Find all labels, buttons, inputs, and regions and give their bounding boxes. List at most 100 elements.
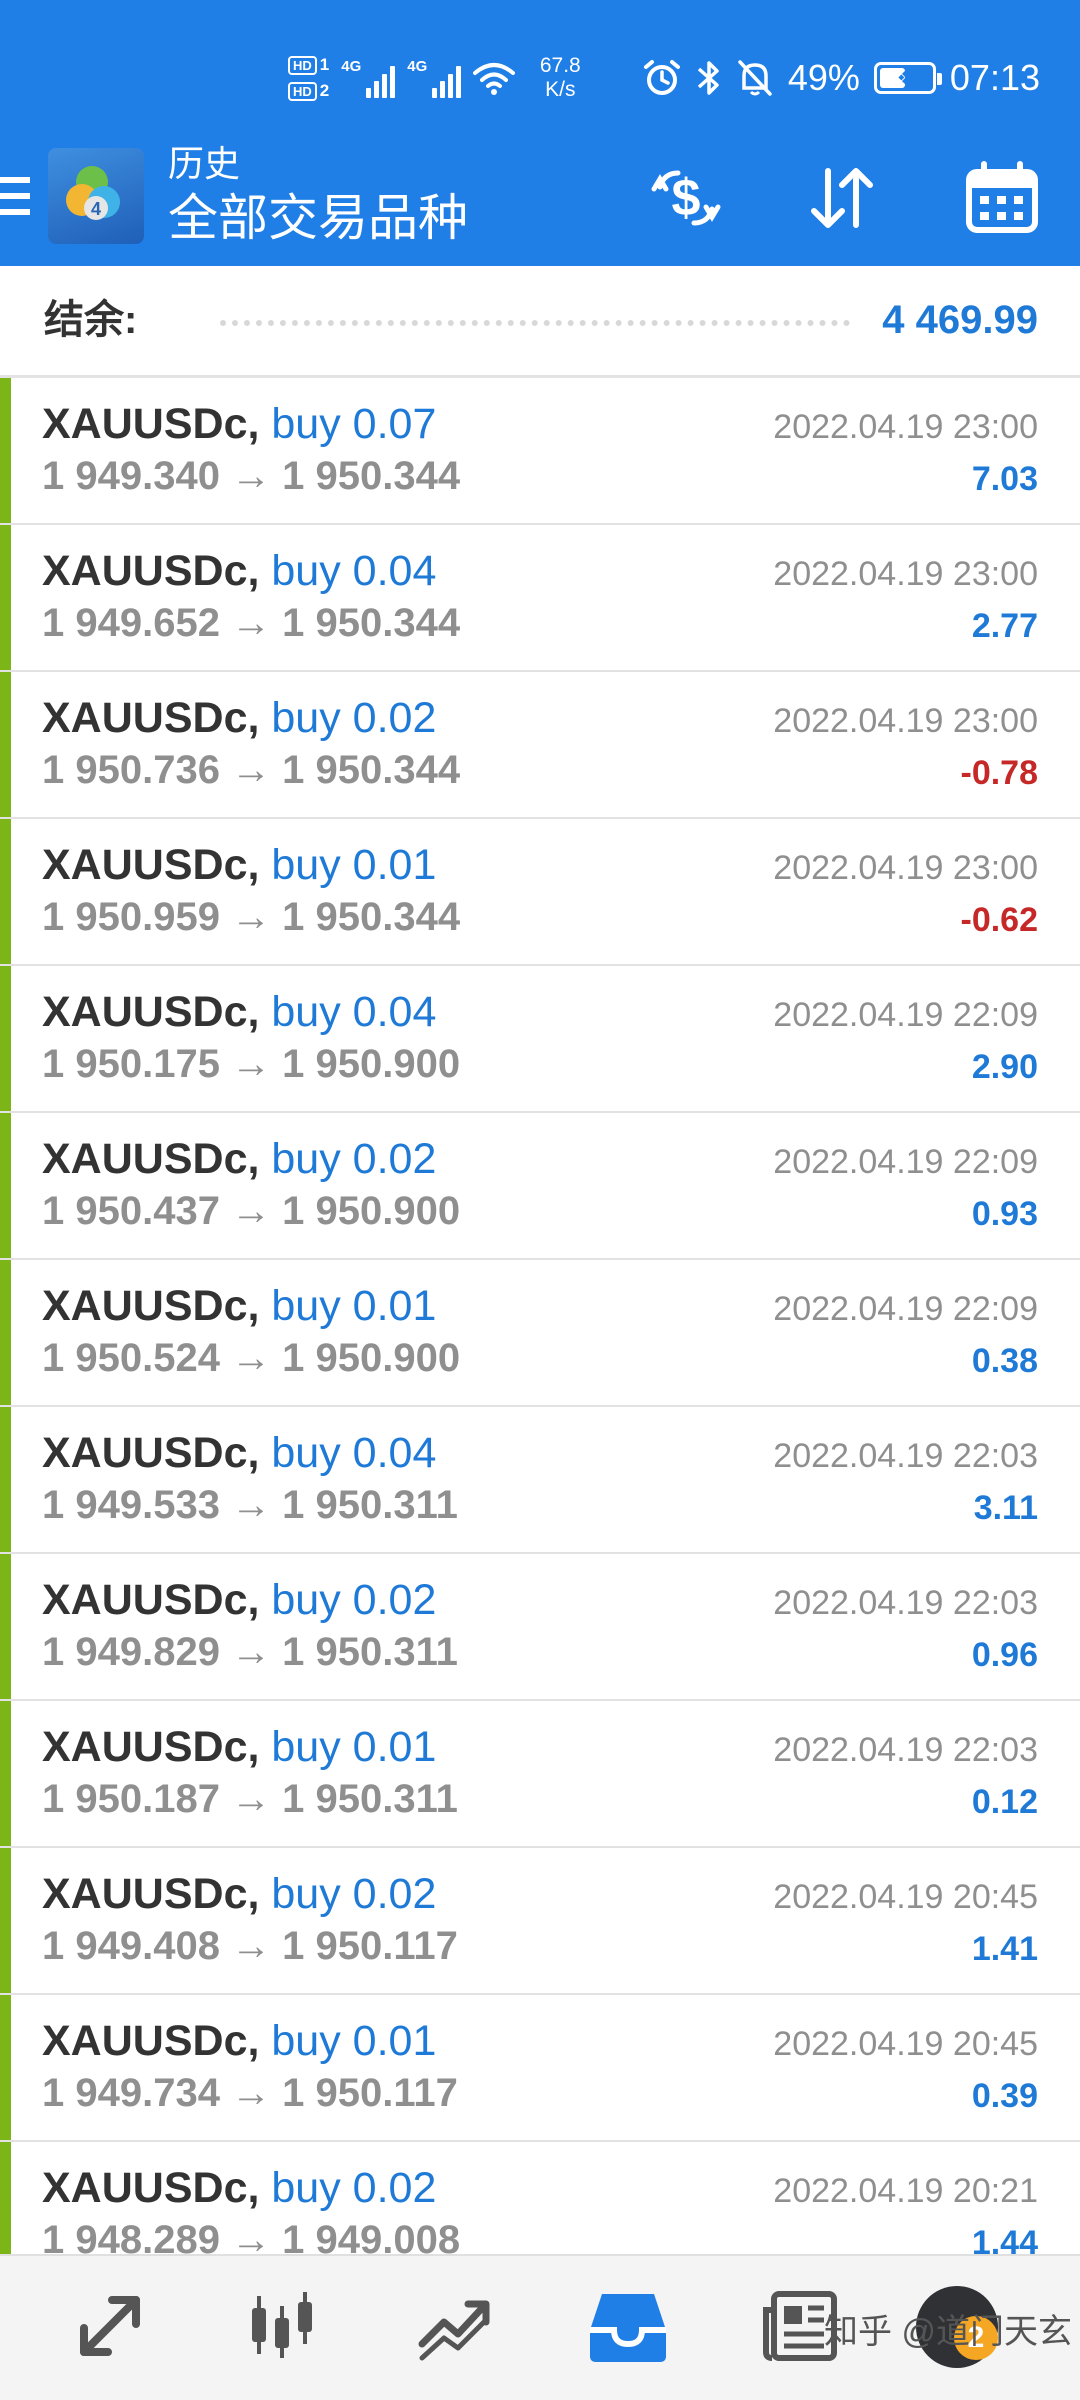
deal-list[interactable]: XAUUSDc, buy 0.07 1 949.340 → 1 950.344 20… (0, 378, 1080, 2254)
trade-icon[interactable] (404, 2276, 504, 2376)
sort-icon[interactable] (800, 156, 884, 240)
deal-prices: 1 949.734 → 1 950.117 (42, 2071, 458, 2115)
page-title: 历史 (168, 143, 241, 184)
deal-row[interactable]: XAUUSDc, buy 0.01 1 950.959 → 1 950.344 20… (0, 819, 1080, 966)
deal-row[interactable]: XAUUSDc, buy 0.02 1 949.829 → 1 950.311 20… (0, 1554, 1080, 1701)
deal-title: XAUUSDc, buy 0.01 (42, 1280, 436, 1332)
menu-icon[interactable] (0, 173, 30, 219)
deal-side-volume: buy 0.02 (271, 1135, 437, 1183)
deal-row[interactable]: XAUUSDc, buy 0.02 1 950.437 → 1 950.900 20… (0, 1113, 1080, 1260)
deal-row[interactable]: XAUUSDc, buy 0.04 1 949.652 → 1 950.344 20… (0, 525, 1080, 672)
deal-profit: -0.62 (960, 901, 1039, 939)
deal-time: 2022.04.19 23:00 (773, 849, 1038, 887)
balance-dots (220, 320, 850, 326)
deal-symbol: XAUUSDc, (42, 400, 260, 448)
calendar-icon[interactable] (960, 156, 1044, 240)
deal-profit: 2.77 (971, 607, 1038, 645)
deal-row[interactable]: XAUUSDc, buy 0.07 1 949.340 → 1 950.344 20… (0, 378, 1080, 525)
balance-label: 结余: (44, 298, 138, 342)
deal-profit: 3.11 (973, 1489, 1038, 1527)
row-accent-bar (0, 1848, 11, 1993)
quotes-icon[interactable] (60, 2276, 160, 2376)
deal-side-volume: buy 0.02 (271, 1576, 437, 1624)
deal-side-volume: buy 0.01 (271, 1282, 437, 1330)
deal-time: 2022.04.19 22:09 (773, 1290, 1038, 1328)
deal-symbol: XAUUSDc, (42, 1576, 260, 1624)
deal-symbol: XAUUSDc, (42, 1870, 260, 1918)
deal-title: XAUUSDc, buy 0.01 (42, 2015, 436, 2067)
deal-row[interactable]: XAUUSDc, buy 0.04 1 949.533 → 1 950.311 20… (0, 1407, 1080, 1554)
deal-row[interactable]: XAUUSDc, buy 0.01 1 950.187 → 1 950.311 20… (0, 1701, 1080, 1848)
deal-row[interactable]: XAUUSDc, buy 0.02 1 950.736 → 1 950.344 20… (0, 672, 1080, 819)
toolbar: 4 历史 全部交易品种 $ (0, 140, 1080, 266)
deal-side-volume: buy 0.02 (271, 1870, 437, 1918)
deal-time: 2022.04.19 22:03 (773, 1731, 1038, 1769)
row-accent-bar (0, 966, 11, 1111)
deal-title: XAUUSDc, buy 0.04 (42, 986, 436, 1038)
row-accent-bar (0, 525, 11, 670)
deal-profit: 0.93 (971, 1195, 1038, 1233)
wifi-icon (473, 63, 516, 95)
deal-side-volume: buy 0.07 (271, 400, 437, 448)
symbol-filter[interactable]: 全部交易品种 (168, 186, 468, 250)
deal-time: 2022.04.19 23:00 (773, 408, 1038, 446)
deal-time: 2022.04.19 22:09 (773, 1143, 1038, 1181)
deal-side-volume: buy 0.04 (271, 988, 437, 1036)
deal-prices: 1 950.736 → 1 950.344 (42, 748, 461, 792)
deal-side-volume: buy 0.02 (271, 2164, 437, 2212)
deal-time: 2022.04.19 22:03 (773, 1437, 1038, 1475)
bluetooth-icon (697, 61, 719, 95)
app-header: HD 1 HD 2 4G 4G 67.8 K/s 49% ❖ 07:13 4 历… (0, 0, 1080, 266)
leaf-icon: ❖ (896, 67, 913, 88)
chart-icon[interactable] (232, 2276, 332, 2376)
deal-profit: 0.38 (971, 1342, 1038, 1380)
row-accent-bar (0, 2142, 11, 2254)
deal-time: 2022.04.19 23:00 (773, 702, 1038, 740)
deal-title: XAUUSDc, buy 0.07 (42, 398, 436, 450)
deal-row[interactable]: XAUUSDc, buy 0.02 1 949.408 → 1 950.117 20… (0, 1848, 1080, 1995)
deal-prices: 1 950.437 → 1 950.900 (42, 1189, 461, 1233)
network-speed: 67.8 K/s (539, 54, 581, 101)
deal-prices: 1 949.340 → 1 950.344 (42, 454, 461, 498)
deal-profit: 0.39 (971, 2077, 1038, 2115)
deal-symbol: XAUUSDc, (42, 1282, 260, 1330)
deal-symbol: XAUUSDc, (42, 2164, 260, 2212)
mute-bell-icon (738, 60, 772, 96)
deal-title: XAUUSDc, buy 0.02 (42, 1133, 436, 1185)
deal-symbol: XAUUSDc, (42, 2017, 260, 2065)
balance-value: 4 469.99 (882, 298, 1038, 342)
deal-prices: 1 950.187 → 1 950.311 (42, 1777, 458, 1821)
deal-profit: 1.44 (971, 2224, 1038, 2254)
deal-time: 2022.04.19 22:09 (773, 996, 1038, 1034)
row-accent-bar (0, 1113, 11, 1258)
deal-profit: 2.90 (971, 1048, 1038, 1086)
deal-symbol: XAUUSDc, (42, 988, 260, 1036)
deal-side-volume: buy 0.02 (271, 694, 437, 742)
deal-side-volume: buy 0.01 (271, 2017, 437, 2065)
deal-prices: 1 950.524 → 1 950.900 (42, 1336, 461, 1380)
deal-title: XAUUSDc, buy 0.01 (42, 839, 436, 891)
deal-row[interactable]: XAUUSDc, buy 0.01 1 949.734 → 1 950.117 20… (0, 1995, 1080, 2142)
deal-symbol: XAUUSDc, (42, 694, 260, 742)
deal-row[interactable]: XAUUSDc, buy 0.04 1 950.175 → 1 950.900 20… (0, 966, 1080, 1113)
hd1-indicator: HD 1 (288, 55, 329, 75)
deal-row[interactable]: XAUUSDc, buy 0.01 1 950.524 → 1 950.900 20… (0, 1260, 1080, 1407)
deal-row[interactable]: XAUUSDc, buy 0.02 1 948.289 → 1 949.008 20… (0, 2142, 1080, 2254)
app-logo: 4 (48, 148, 144, 244)
status-right: 49% ❖ 07:13 (642, 50, 1040, 106)
deal-title: XAUUSDc, buy 0.02 (42, 1868, 436, 1920)
row-accent-bar (0, 1260, 11, 1405)
currency-exchange-icon[interactable]: $ (644, 156, 728, 240)
deal-prices: 1 950.175 → 1 950.900 (42, 1042, 461, 1086)
history-icon[interactable] (578, 2276, 678, 2376)
deal-time: 2022.04.19 20:45 (773, 2025, 1038, 2063)
deal-time: 2022.04.19 23:00 (773, 555, 1038, 593)
watermark: 知乎 @道门天玄 (824, 2313, 1072, 2351)
deal-prices: 1 950.959 → 1 950.344 (42, 895, 461, 939)
row-accent-bar (0, 1995, 11, 2140)
title-block: 历史 全部交易品种 (168, 142, 468, 250)
row-accent-bar (0, 378, 11, 523)
deal-title: XAUUSDc, buy 0.04 (42, 545, 436, 597)
hd2-indicator: HD 2 (288, 81, 329, 101)
deal-time: 2022.04.19 20:45 (773, 1878, 1038, 1916)
